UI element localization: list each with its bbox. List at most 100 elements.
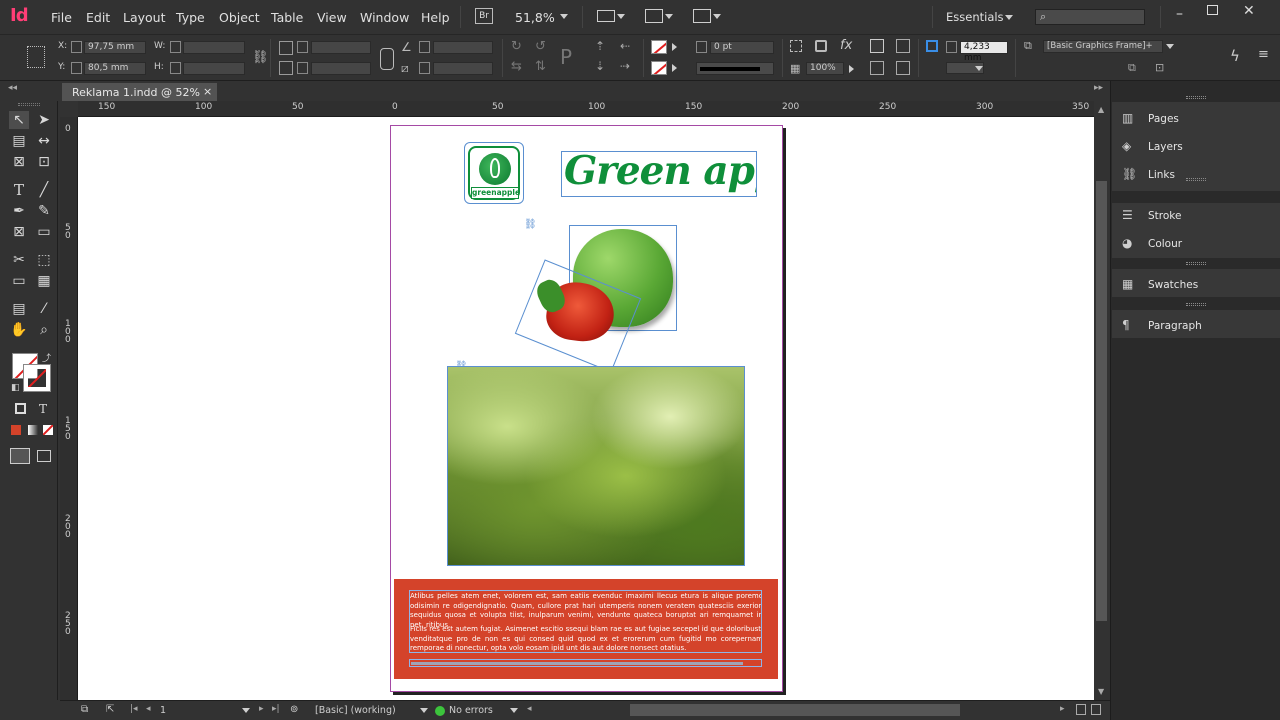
minimize-icon[interactable]: – xyxy=(1176,6,1183,22)
scale-x-stepper[interactable] xyxy=(297,41,308,53)
scroll-down-icon[interactable]: ▼ xyxy=(1098,687,1104,696)
rectangle-frame-tool-icon[interactable]: ⊠ xyxy=(9,223,29,241)
rotate-cw-icon[interactable]: ↻ xyxy=(511,39,522,54)
type-tool-icon[interactable]: T xyxy=(9,181,29,199)
menu-object[interactable]: Object xyxy=(219,10,260,25)
secondary-text-frame[interactable] xyxy=(409,659,762,667)
gradient-feather-tool-icon[interactable]: ▦ xyxy=(34,272,54,290)
panel-stroke[interactable]: ☰ Stroke xyxy=(1122,208,1181,222)
menu-window[interactable]: Window xyxy=(360,10,409,25)
panel-grip[interactable] xyxy=(1186,303,1206,306)
scroll-up-icon[interactable]: ▲ xyxy=(1098,105,1104,114)
scroll-left-icon[interactable]: ◂ xyxy=(527,704,532,714)
collapse-toolbox-icon[interactable]: ◂◂ xyxy=(8,83,17,93)
panel-pages[interactable]: ▥ Pages xyxy=(1122,111,1179,125)
line-tool-icon[interactable]: ╱ xyxy=(34,181,54,199)
direct-selection-tool-icon[interactable]: ➤ xyxy=(34,111,54,129)
normal-view-icon[interactable] xyxy=(10,448,30,464)
stroke-type-select[interactable] xyxy=(696,62,774,75)
gradient-swatch-tool-icon[interactable]: ▭ xyxy=(9,272,29,290)
stroke-weight-stepper[interactable] xyxy=(696,41,707,53)
open-in-bridge-icon[interactable]: ⧉ xyxy=(81,704,88,715)
menu-help[interactable]: Help xyxy=(421,10,450,25)
pencil-tool-icon[interactable]: ✎ xyxy=(34,202,54,220)
search-input[interactable]: ⌕ xyxy=(1035,9,1145,25)
link-proportions-icon[interactable] xyxy=(380,48,394,70)
default-colors-icon[interactable]: ◧ xyxy=(11,383,20,393)
swap-colors-icon[interactable]: ⤴ xyxy=(42,351,51,364)
headline-frame[interactable]: Green apple xyxy=(561,151,757,197)
alignment-dropdown-icon[interactable] xyxy=(975,66,983,71)
panel-swatches[interactable]: ▦ Swatches xyxy=(1122,277,1198,291)
content-collector-tool-icon[interactable]: ⊠ xyxy=(9,153,29,171)
text-wrap-jump-icon[interactable] xyxy=(896,61,910,75)
vertical-ruler[interactable]: 0 5 0 1 0 0 1 5 0 2 0 0 2 5 0 xyxy=(60,117,78,700)
split-window-icon[interactable] xyxy=(1076,704,1086,715)
height-field[interactable] xyxy=(183,62,245,75)
link-badge-icon[interactable]: ⛓ xyxy=(524,219,537,230)
document-tab[interactable]: Reklama 1.indd @ 52% × xyxy=(62,83,217,101)
w-stepper[interactable] xyxy=(170,41,181,53)
y-stepper[interactable] xyxy=(71,62,82,74)
width-field[interactable] xyxy=(183,41,245,54)
clear-overrides-icon[interactable]: ⧉ xyxy=(1128,61,1136,75)
preflight-menu-dropdown-icon[interactable] xyxy=(510,708,518,713)
page-number-dropdown-icon[interactable] xyxy=(242,708,250,713)
frame-fitting-icon[interactable] xyxy=(926,40,938,52)
stroke-swatch[interactable] xyxy=(651,61,667,75)
select-content-icon[interactable]: ⇣ xyxy=(595,59,605,73)
panel-colour[interactable]: ◕ Colour xyxy=(1122,236,1182,250)
panel-layers[interactable]: ◈ Layers xyxy=(1122,139,1183,153)
logo-frame[interactable]: greenapple xyxy=(464,142,524,204)
zoom-level[interactable]: 51,8% xyxy=(515,10,555,25)
scale-y-stepper[interactable] xyxy=(297,62,308,74)
panel-grip[interactable] xyxy=(1186,96,1206,99)
hand-tool-icon[interactable]: ✋ xyxy=(9,321,29,339)
maximize-icon[interactable] xyxy=(1207,5,1218,15)
formatting-text-icon[interactable]: T xyxy=(33,400,53,418)
quick-apply-icon[interactable]: ϟ xyxy=(1230,47,1240,65)
fill-swatch[interactable] xyxy=(651,40,667,54)
flip-horizontal-icon[interactable]: ⇆ xyxy=(511,59,522,74)
share-icon[interactable]: ⇱ xyxy=(106,704,114,715)
last-page-icon[interactable]: ▸| xyxy=(272,704,280,714)
corner-options-icon[interactable] xyxy=(790,40,802,52)
rotate-stepper[interactable] xyxy=(419,41,430,53)
content-placer-tool-icon[interactable]: ⊡ xyxy=(34,153,54,171)
constrain-proportions-icon[interactable]: ⛓ xyxy=(252,50,269,65)
scissors-tool-icon[interactable]: ✂ xyxy=(9,251,29,269)
pen-tool-icon[interactable]: ✒ xyxy=(9,202,29,220)
gutter-field[interactable]: 4,233 mm xyxy=(960,41,1008,63)
rotate-ccw-icon[interactable]: ↺ xyxy=(535,39,546,54)
scroll-right-icon[interactable]: ▸ xyxy=(1060,704,1065,714)
text-wrap-none-icon[interactable] xyxy=(870,39,884,53)
scale-y-field[interactable] xyxy=(311,62,371,75)
panel-grip[interactable] xyxy=(1186,262,1206,265)
object-style-dropdown-icon[interactable] xyxy=(1166,44,1174,49)
h-stepper[interactable] xyxy=(170,62,181,74)
screen-mode-dropdown-icon[interactable] xyxy=(665,14,673,19)
panel-grip[interactable] xyxy=(1186,178,1206,181)
shear-stepper[interactable] xyxy=(419,62,430,74)
scale-x-field[interactable] xyxy=(311,41,371,54)
opacity-menu-icon[interactable] xyxy=(849,65,854,73)
view-options-icon[interactable] xyxy=(597,10,615,22)
selection-tool-icon[interactable]: ↖ xyxy=(9,111,29,129)
menu-edit[interactable]: Edit xyxy=(86,10,110,25)
fill-menu-icon[interactable] xyxy=(672,43,677,51)
reference-point-icon[interactable] xyxy=(27,46,45,68)
y-position-field[interactable]: 80,5 mm xyxy=(84,62,146,75)
panel-menu-icon[interactable]: ≡ xyxy=(1258,47,1269,62)
arrange-documents-dropdown-icon[interactable] xyxy=(713,14,721,19)
menu-type[interactable]: Type xyxy=(176,10,205,25)
free-transform-tool-icon[interactable]: ⬚ xyxy=(34,251,54,269)
screen-mode-icon[interactable] xyxy=(645,9,663,23)
workspace-switcher[interactable]: Essentials xyxy=(946,10,1004,24)
page-number-field[interactable]: 1 xyxy=(160,705,166,716)
fit-options-icon[interactable]: ⊡ xyxy=(1155,61,1164,74)
zoom-dropdown-icon[interactable] xyxy=(560,14,568,19)
zoom-tool-icon[interactable]: ⌕ xyxy=(34,321,54,339)
workspace-dropdown-icon[interactable] xyxy=(1005,15,1013,20)
rotate-field[interactable] xyxy=(433,41,493,54)
stroke-color-box[interactable] xyxy=(23,364,51,392)
